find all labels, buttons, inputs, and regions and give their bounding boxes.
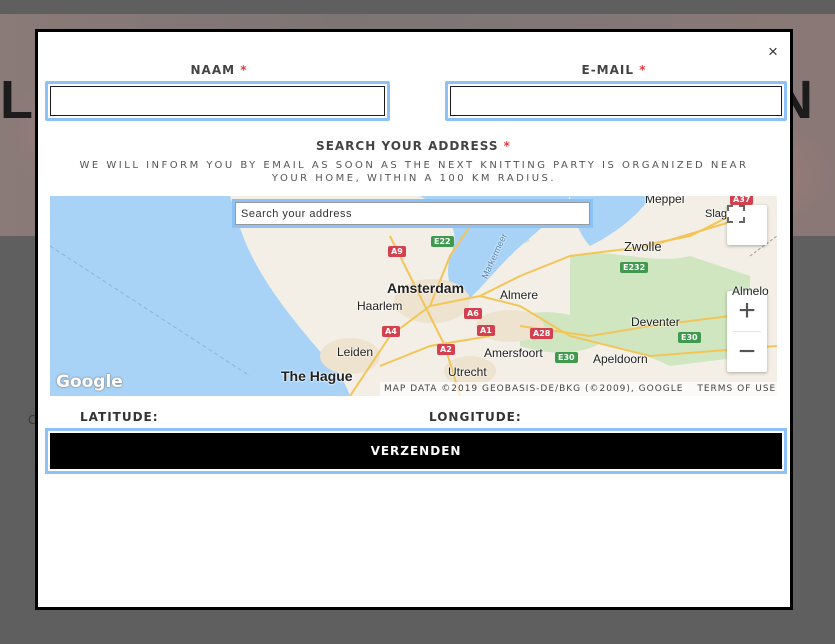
road-badge-e30-east: E30 — [678, 332, 701, 343]
map-label-utrecht: Utrecht — [448, 365, 487, 379]
road-badge-a1: A1 — [477, 325, 495, 336]
longitude-label: LONGITUDE: — [429, 410, 522, 424]
map-label-meppel: Meppel — [645, 196, 685, 206]
email-field[interactable] — [450, 86, 782, 116]
map-attribution-text: MAP DATA ©2019 GEOBASIS-DE/BKG (©2009), … — [384, 384, 684, 394]
background-heading-fragment-left: L — [0, 70, 33, 130]
map-search-box — [232, 199, 593, 228]
fullscreen-icon — [727, 205, 745, 223]
address-map[interactable]: + − Meppel Slag Zwolle Almelo Amsterdam … — [50, 196, 777, 396]
map-label-slag: Slag — [705, 208, 728, 220]
zoom-out-button[interactable]: − — [727, 332, 767, 372]
fullscreen-button[interactable] — [727, 205, 767, 245]
road-badge-a6: A6 — [464, 308, 482, 319]
road-badge-e22: E22 — [431, 236, 454, 247]
name-label-text: NAAM — [190, 63, 236, 77]
map-label-the-hague: The Hague — [281, 368, 353, 384]
signup-modal: × NAAM * E-MAIL * SEARCH YOUR ADDRESS * … — [35, 29, 793, 610]
road-badge-a9: A9 — [388, 246, 406, 257]
submit-button[interactable]: VERZENDEN — [50, 433, 782, 469]
email-label: E-MAIL * — [445, 63, 783, 77]
map-label-amersfoort: Amersfoort — [484, 346, 543, 360]
info-text: WE WILL INFORM YOU BY EMAIL AS SOON AS T… — [79, 160, 749, 184]
map-label-deventer: Deventer — [631, 315, 680, 329]
address-label-text: SEARCH YOUR ADDRESS — [316, 139, 499, 153]
required-marker: * — [639, 63, 647, 77]
map-label-almere: Almere — [500, 288, 539, 302]
road-badge-e30: E30 — [555, 352, 578, 363]
map-label-amsterdam: Amsterdam — [387, 280, 465, 296]
zoom-controls: + − — [727, 291, 767, 372]
email-field-focus-ring — [445, 81, 787, 121]
map-label-zwolle: Zwolle — [624, 239, 662, 254]
road-badge-e232: E232 — [620, 262, 649, 273]
map-label-apeldoorn: Apeldoorn — [593, 352, 648, 366]
close-icon[interactable]: × — [765, 43, 781, 60]
latitude-label: LATITUDE: — [80, 410, 159, 424]
terms-of-use-link[interactable]: TERMS OF USE — [697, 384, 776, 394]
google-logo: Google — [56, 372, 123, 392]
address-label: SEARCH YOUR ADDRESS * — [50, 139, 777, 153]
map-label-leiden: Leiden — [337, 345, 374, 359]
required-marker: * — [240, 63, 248, 77]
road-badge-a37: A37 — [730, 196, 754, 205]
map-search-input[interactable] — [235, 202, 590, 225]
road-badge-a2: A2 — [437, 344, 455, 355]
submit-focus-ring: VERZENDEN — [45, 428, 787, 474]
email-label-text: E-MAIL — [581, 63, 635, 77]
road-badge-a4: A4 — [382, 326, 400, 337]
map-label-almelo: Almelo — [732, 284, 769, 298]
name-label: NAAM * — [50, 63, 388, 77]
map-attribution: MAP DATA ©2019 GEOBASIS-DE/BKG (©2009), … — [380, 382, 777, 396]
map-label-haarlem: Haarlem — [357, 299, 403, 313]
name-field-focus-ring — [45, 81, 390, 121]
name-field[interactable] — [50, 86, 385, 116]
required-marker: * — [503, 139, 511, 153]
road-badge-a28: A28 — [530, 328, 554, 339]
